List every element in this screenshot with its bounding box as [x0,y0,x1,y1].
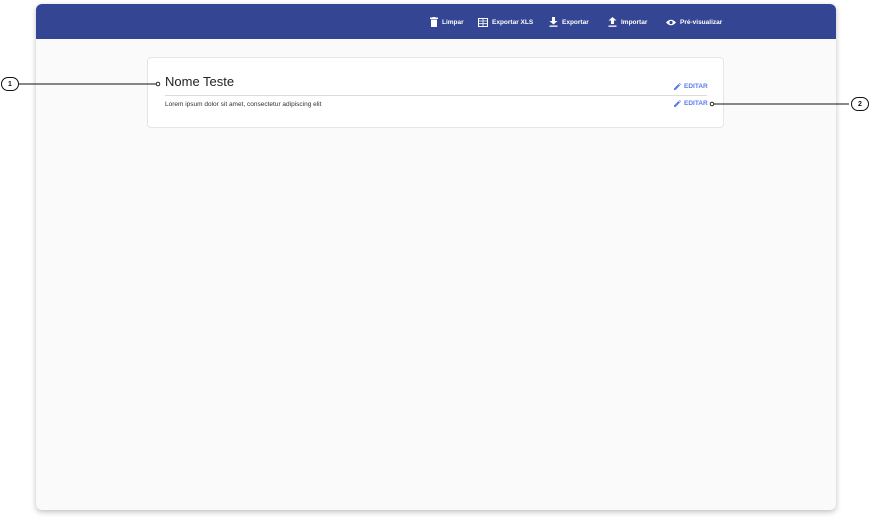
callout-dot-2 [709,101,715,107]
callout-badge-1: 1 [1,77,19,91]
callout-lines [19,81,849,107]
callout-badge-2: 2 [851,97,869,111]
callout-dot-1 [155,81,161,87]
